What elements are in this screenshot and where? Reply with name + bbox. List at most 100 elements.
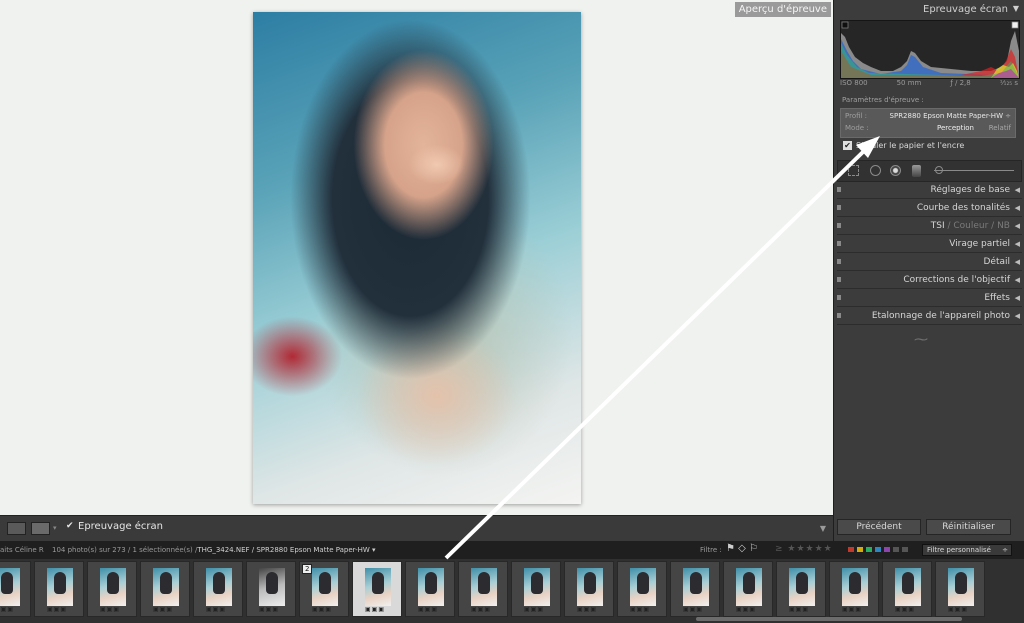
expand-triangle-icon[interactable]: ◀ <box>1015 276 1020 284</box>
thumbnail-badges-icon[interactable]: ▣▣▣ <box>736 606 756 613</box>
view-mode-chevron-icon[interactable]: ▾ <box>53 524 57 532</box>
filmstrip-thumbnail[interactable]: ▣▣▣ <box>723 561 773 617</box>
filmstrip-thumbnail[interactable]: ▣▣▣ <box>246 561 296 617</box>
expand-triangle-icon[interactable]: ◀ <box>1015 204 1020 212</box>
section-toggle-switch-icon[interactable] <box>837 277 841 282</box>
thumbnail-badges-icon[interactable]: ▣▣▣ <box>471 606 491 613</box>
section-effects[interactable]: Effets ◀ <box>837 290 1022 307</box>
expand-triangle-icon[interactable]: ◀ <box>1015 294 1020 302</box>
thumbnail-badges-icon[interactable]: ▣▣▣ <box>418 606 438 613</box>
filmstrip-thumbnail[interactable]: ▣▣▣ <box>829 561 879 617</box>
collapse-triangle-icon[interactable]: ▼ <box>1013 4 1019 13</box>
thumbnail-badges-icon[interactable]: ▣▣▣ <box>365 606 385 613</box>
thumbnail-badges-icon[interactable]: ▣▣▣ <box>948 606 968 613</box>
color-label-green[interactable] <box>866 547 872 552</box>
mode-perception-option[interactable]: Perception <box>937 124 974 132</box>
current-file[interactable]: THG_3424.NEF / SPR2880 Epson Matte Paper… <box>197 546 375 554</box>
thumbnail-badges-icon[interactable]: ▣▣▣ <box>630 606 650 613</box>
collection-name[interactable]: aits Céline R <box>0 546 44 554</box>
filmstrip-thumbnail[interactable]: ▣▣▣ <box>34 561 84 617</box>
filmstrip-thumbnail[interactable]: ▣▣▣ <box>882 561 932 617</box>
thumbnail-badges-icon[interactable]: ▣▣▣ <box>312 606 332 613</box>
softproof-toggle[interactable]: ✔ Epreuvage écran <box>66 521 163 532</box>
filmstrip-thumbnail[interactable]: ▣▣▣ <box>87 561 137 617</box>
shadow-clipping-indicator[interactable] <box>841 21 849 29</box>
section-camera-calibration[interactable]: Etalonnage de l'appareil photo ◀ <box>837 308 1022 325</box>
profile-select-chevron-icon[interactable]: ÷ <box>1005 112 1011 120</box>
crop-tool-icon[interactable] <box>848 165 859 176</box>
filmstrip-thumbnail[interactable]: ▣▣▣ <box>458 561 508 617</box>
section-toggle-switch-icon[interactable] <box>837 241 841 246</box>
softproof-checkbox[interactable]: ✔ <box>66 522 75 531</box>
expand-triangle-icon[interactable]: ◀ <box>1015 186 1020 194</box>
thumbnail-badges-icon[interactable]: ▣▣▣ <box>683 606 703 613</box>
section-hsl[interactable]: TSI / Couleur / NB ◀ <box>837 218 1022 235</box>
color-label-other[interactable] <box>902 547 908 552</box>
profile-select[interactable]: SPR2880 Epson Matte Paper-HW <box>890 112 1003 120</box>
filter-preset-select[interactable]: Filtre personnalisé ÷ <box>922 544 1012 556</box>
section-toggle-switch-icon[interactable] <box>837 205 841 210</box>
flag-filter-icons[interactable]: ⚑ ◇ ⚐ <box>726 543 758 554</box>
graduated-filter-tool-icon[interactable] <box>912 165 921 177</box>
filter-select-chevron-icon[interactable]: ÷ <box>1002 546 1008 554</box>
section-toggle-switch-icon[interactable] <box>837 295 841 300</box>
expand-triangle-icon[interactable]: ◀ <box>1015 312 1020 320</box>
color-label-none[interactable] <box>893 547 899 552</box>
highlight-clipping-indicator[interactable] <box>1011 21 1019 29</box>
mode-relative-option[interactable]: Relatif <box>989 124 1011 132</box>
section-detail[interactable]: Détail ◀ <box>837 254 1022 271</box>
histogram[interactable] <box>840 20 1020 79</box>
color-label-red[interactable] <box>848 547 854 552</box>
filmstrip-thumbnail[interactable]: ▣▣▣ <box>935 561 985 617</box>
color-label-filter[interactable] <box>848 547 908 552</box>
thumbnail-badges-icon[interactable]: ▣▣▣ <box>789 606 809 613</box>
filmstrip-thumbnail[interactable]: ▣▣▣ <box>193 561 243 617</box>
photo-count-breadcrumb[interactable]: 104 photo(s) sur 273 / 1 sélectionnée(s)… <box>52 546 376 554</box>
color-tab-label[interactable]: Couleur <box>953 221 988 231</box>
thumbnail-badges-icon[interactable]: ▣▣▣ <box>842 606 862 613</box>
filmstrip-thumbnail[interactable]: ▣▣▣ <box>352 561 402 617</box>
filmstrip-thumbnail[interactable]: ▣▣▣ <box>140 561 190 617</box>
thumbnail-badges-icon[interactable]: ▣▣▣ <box>100 606 120 613</box>
toolbar-menu-chevron-icon[interactable]: ▼ <box>820 524 826 533</box>
profile-row[interactable]: Profil : SPR2880 Epson Matte Paper-HW ÷ <box>845 112 1011 122</box>
color-label-blue[interactable] <box>875 547 881 552</box>
thumbnail-badges-icon[interactable]: ▣▣▣ <box>47 606 67 613</box>
softproof-panel-header[interactable]: Epreuvage écran ▼ <box>834 0 1024 18</box>
filmstrip-thumbnail[interactable]: ▣▣▣ <box>617 561 667 617</box>
section-toggle-switch-icon[interactable] <box>837 313 841 318</box>
thumbnail-badges-icon[interactable]: ▣▣▣ <box>577 606 597 613</box>
adjustment-brush-handle-icon[interactable] <box>935 166 943 174</box>
section-split-toning[interactable]: Virage partiel ◀ <box>837 236 1022 253</box>
filmstrip-thumbnail[interactable]: ▣▣▣ <box>670 561 720 617</box>
section-toggle-switch-icon[interactable] <box>837 259 841 264</box>
thumbnail-badges-icon[interactable]: ▣▣▣ <box>524 606 544 613</box>
color-label-yellow[interactable] <box>857 547 863 552</box>
expand-triangle-icon[interactable]: ◀ <box>1015 240 1020 248</box>
filmstrip-thumbnail[interactable]: ▣▣▣ <box>0 561 31 617</box>
filmstrip-thumbnail[interactable]: ▣▣▣ <box>776 561 826 617</box>
bw-tab-label[interactable]: NB <box>997 221 1010 231</box>
hsl-tab-label[interactable]: TSI <box>931 221 945 231</box>
section-lens-corrections[interactable]: Corrections de l'objectif ◀ <box>837 272 1022 289</box>
main-photo[interactable] <box>253 12 581 504</box>
filmstrip-thumbnail[interactable]: ▣▣▣ <box>405 561 455 617</box>
filmstrip-thumbnail[interactable]: ▣▣▣ 2 <box>299 561 349 617</box>
color-label-purple[interactable] <box>884 547 890 552</box>
thumbnail-badges-icon[interactable]: ▣▣▣ <box>153 606 173 613</box>
section-toggle-switch-icon[interactable] <box>837 187 841 192</box>
section-toggle-switch-icon[interactable] <box>837 223 841 228</box>
adjustment-brush-tool-icon[interactable] <box>934 170 1014 171</box>
expand-triangle-icon[interactable]: ◀ <box>1015 222 1020 230</box>
previous-button[interactable]: Précédent <box>837 519 921 535</box>
spot-removal-tool-icon[interactable] <box>870 165 881 176</box>
thumbnail-badges-icon[interactable]: ▣▣▣ <box>895 606 915 613</box>
stack-count-badge[interactable]: 2 <box>302 564 313 574</box>
reset-button[interactable]: Réinitialiser <box>926 519 1011 535</box>
filmstrip-scrollbar[interactable] <box>696 617 962 621</box>
thumbnail-badges-icon[interactable]: ▣▣▣ <box>206 606 226 613</box>
section-tone-curve[interactable]: Courbe des tonalités ◀ <box>837 200 1022 217</box>
simulate-paper-checkbox[interactable]: ✔ <box>843 141 852 150</box>
expand-triangle-icon[interactable]: ◀ <box>1015 258 1020 266</box>
thumbnail-badges-icon[interactable]: ▣▣▣ <box>259 606 279 613</box>
